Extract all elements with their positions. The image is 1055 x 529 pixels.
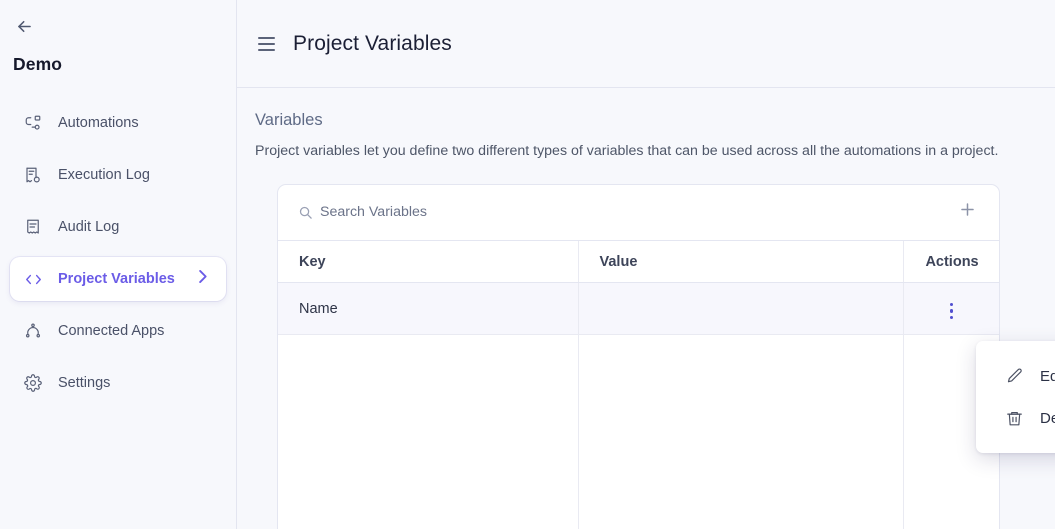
sidebar-item-execution-log[interactable]: Execution Log [10,153,226,197]
sidebar-item-connected-apps[interactable]: Connected Apps [10,309,226,353]
project-title: Demo [13,54,63,74]
variables-table: Key Value Actions Name [278,240,999,336]
hamburger-line [258,49,275,51]
context-menu-item-edit[interactable]: Edit [976,355,1055,397]
cell-key: Name [278,282,579,336]
column-divider-value [902,335,904,529]
arrow-left-icon [15,17,34,36]
sidebar-item-audit-log[interactable]: Audit Log [10,205,226,249]
sidebar-item-label: Automations [58,115,139,131]
hamburger-line [258,43,275,45]
column-header-value: Value [578,240,905,284]
chevron-right-icon [193,267,212,291]
table-header-row: Key Value Actions [278,240,999,284]
hamburger-line [258,37,275,39]
trash-icon [1004,408,1024,428]
table-row[interactable]: Name [278,282,999,336]
variables-panel: Variables Project variables let you defi… [255,88,1055,529]
sidebar-item-label: Project Variables [58,271,175,287]
sidebar-item-label: Audit Log [58,219,120,235]
content-area: Variables Project variables let you defi… [237,88,1055,529]
column-header-actions: Actions [903,240,999,284]
kebab-dot [949,315,954,320]
code-brackets-icon [23,269,43,289]
sidebar-item-label: Execution Log [58,167,150,183]
page-title: Project Variables [293,31,452,55]
sidebar-nav: Automations Execution Log Audit Log Proj… [0,101,236,413]
sidebar: Demo Automations Execution Log Audit Log… [0,0,237,529]
section-heading: Variables [255,111,323,129]
table-head: Key Value Actions [278,240,999,284]
context-menu-item-delete[interactable]: Delete [976,397,1055,439]
connected-apps-icon [23,321,43,341]
gear-icon [23,373,43,393]
search-row [278,185,999,241]
cell-actions [903,282,999,336]
kebab-dot [949,302,954,307]
row-context-menu: Edit Delete [976,341,1055,453]
context-menu-label: Delete [1040,409,1055,427]
sidebar-item-settings[interactable]: Settings [10,361,226,405]
table-body: Name [278,282,999,336]
column-header-key: Key [278,240,579,284]
kebab-menu-icon[interactable] [940,299,964,324]
app-root: Demo Automations Execution Log Audit Log… [0,0,1055,529]
table-empty-area [278,335,999,529]
kebab-dot [949,309,954,313]
column-divider-key [578,335,579,529]
automations-icon [23,113,43,133]
main-area: Project Variables Variables Project vari… [237,0,1055,529]
pencil-icon [1004,366,1024,386]
execution-log-icon [23,165,43,185]
back-button[interactable] [9,13,39,39]
variables-table-card: Key Value Actions Name [277,183,1000,529]
add-variable-button[interactable] [955,199,981,225]
search-input[interactable] [320,204,955,221]
plus-icon [958,200,977,224]
sidebar-item-label: Settings [58,375,111,391]
search-icon [298,205,313,220]
section-description: Project variables let you define two dif… [255,143,999,159]
top-bar: Project Variables [237,0,1055,88]
audit-log-icon [23,217,43,237]
hamburger-icon[interactable] [258,35,276,53]
sidebar-item-label: Connected Apps [58,323,165,339]
cell-value [578,282,905,336]
context-menu-label: Edit [1040,367,1055,385]
sidebar-item-project-variables[interactable]: Project Variables [10,257,226,301]
sidebar-item-automations[interactable]: Automations [10,101,226,145]
